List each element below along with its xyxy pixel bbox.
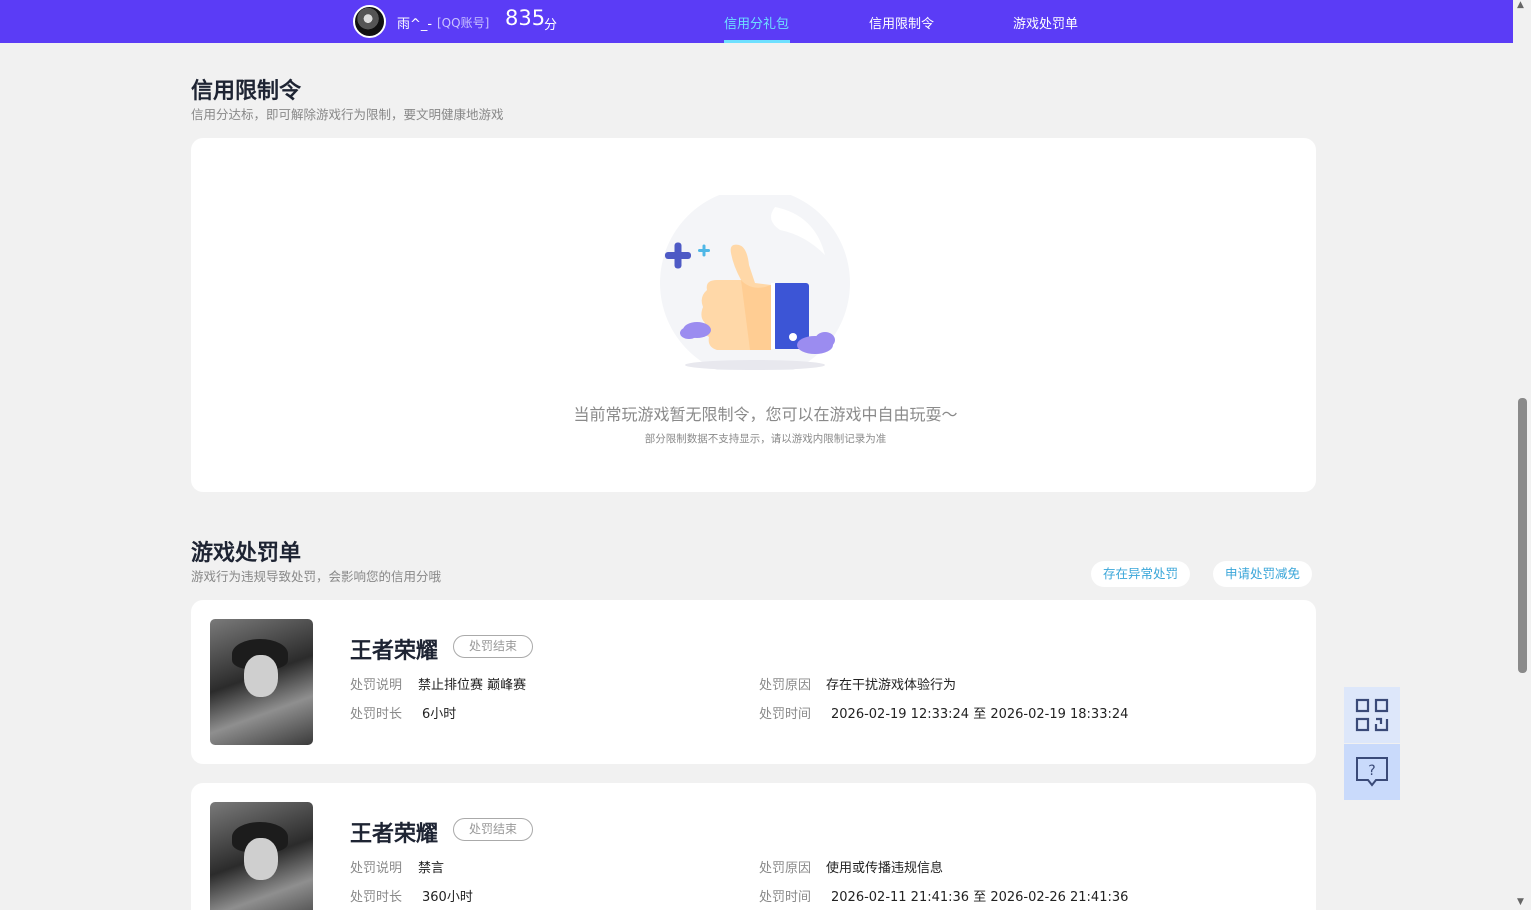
time-value: 2026-02-19 12:33:24 至 2026-02-19 18:33:2… <box>831 707 1129 722</box>
reason-value: 使用或传播违规信息 <box>826 861 944 876</box>
game-name: 王者荣耀 <box>350 639 439 664</box>
game-name: 王者荣耀 <box>350 822 439 847</box>
abnormal-penalty-button[interactable]: 存在异常处罚 <box>1091 561 1191 587</box>
duration-value: 360小时 <box>422 890 473 905</box>
help-button[interactable]: ? <box>1344 744 1400 800</box>
qr-code-button[interactable] <box>1344 687 1400 743</box>
time-label: 处罚时间 <box>759 707 812 722</box>
credit-score-unit: 分 <box>544 18 558 33</box>
reason-label: 处罚原因 <box>759 861 812 876</box>
game-thumbnail <box>210 619 313 745</box>
empty-state-note: 部分限制数据不支持显示，请以游戏内限制记录为准 <box>644 433 887 445</box>
scrollbar-thumb[interactable] <box>1518 398 1527 673</box>
game-thumbnail <box>210 802 313 910</box>
appeal-penalty-button[interactable]: 申请处罚减免 <box>1213 561 1313 587</box>
nav-credit-restriction[interactable]: 信用限制令 <box>869 13 934 32</box>
account-type: [QQ账号] <box>437 16 490 30</box>
credit-score: 835 <box>505 6 546 30</box>
avatar[interactable] <box>353 5 386 38</box>
empty-state-message: 当前常玩游戏暂无限制令，您可以在游戏中自由玩耍～ <box>573 405 958 424</box>
description-value: 禁言 <box>418 861 445 876</box>
scroll-down-icon[interactable]: ▼ <box>1517 897 1524 907</box>
penalty-card: 王者荣耀 处罚结束 处罚说明 禁言 处罚时长 360小时 处罚原因 使用或传播违… <box>191 783 1316 910</box>
duration-label: 处罚时长 <box>350 707 403 722</box>
time-label: 处罚时间 <box>759 890 812 905</box>
svg-text:?: ? <box>1368 763 1375 779</box>
help-chat-icon: ? <box>1356 757 1388 787</box>
thumbs-up-illustration <box>660 195 850 370</box>
status-badge: 处罚结束 <box>453 818 533 841</box>
scrollbar[interactable]: ▲ ▼ <box>1513 0 1531 910</box>
description-label: 处罚说明 <box>350 861 403 876</box>
restriction-subtitle: 信用分达标，即可解除游戏行为限制，要文明健康地游戏 <box>191 107 504 122</box>
description-value: 禁止排位赛 巅峰赛 <box>418 678 527 693</box>
penalty-title: 游戏处罚单 <box>191 541 302 566</box>
nav-active-indicator <box>724 40 790 43</box>
qr-code-icon <box>1355 698 1389 732</box>
reason-label: 处罚原因 <box>759 678 812 693</box>
username: 雨^_- <box>397 17 433 32</box>
nav-credit-gift[interactable]: 信用分礼包 <box>724 13 789 32</box>
top-bar: 雨^_- [QQ账号] 835 分 信用分礼包 信用限制令 游戏处罚单 <box>0 0 1513 43</box>
restriction-title: 信用限制令 <box>191 79 302 104</box>
nav-game-penalty[interactable]: 游戏处罚单 <box>1013 13 1078 32</box>
reason-value: 存在干扰游戏体验行为 <box>826 678 957 693</box>
duration-value: 6小时 <box>422 707 457 722</box>
duration-label: 处罚时长 <box>350 890 403 905</box>
penalty-subtitle: 游戏行为违规导致处罚，会影响您的信用分哦 <box>191 569 442 584</box>
status-badge: 处罚结束 <box>453 635 533 658</box>
time-value: 2026-02-11 21:41:36 至 2026-02-26 21:41:3… <box>831 890 1129 905</box>
scroll-up-icon[interactable]: ▲ <box>1517 0 1524 10</box>
description-label: 处罚说明 <box>350 678 403 693</box>
penalty-card: 王者荣耀 处罚结束 处罚说明 禁止排位赛 巅峰赛 处罚时长 6小时 处罚原因 存… <box>191 600 1316 764</box>
